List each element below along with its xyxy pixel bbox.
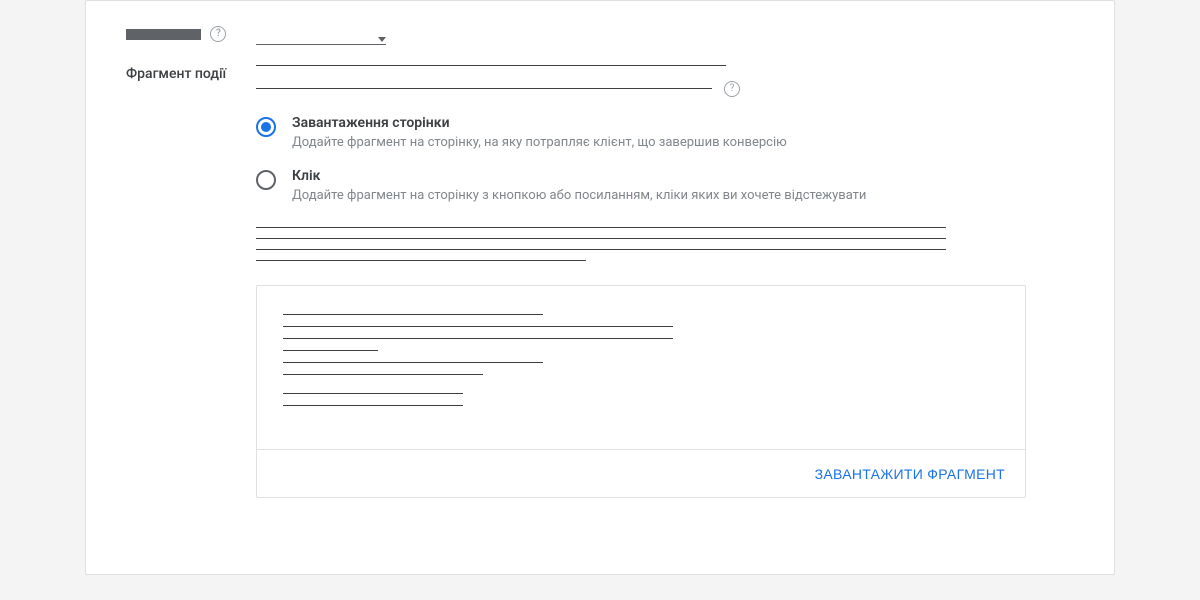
fragment-label: Фрагмент події	[126, 65, 236, 85]
code-footer: ЗАВАНТАЖИТИ ФРАГМЕНТ	[257, 449, 1025, 497]
redacted-label	[126, 29, 201, 40]
radio-page-load[interactable]: Завантаження сторінки Додайте фрагмент н…	[256, 115, 1074, 152]
radio-title: Завантаження сторінки	[292, 115, 1074, 131]
intro-text: ?	[256, 65, 1074, 97]
description-paragraph	[256, 227, 1074, 261]
download-snippet-button[interactable]: ЗАВАНТАЖИТИ ФРАГМЕНТ	[815, 466, 1005, 482]
fragment-row: Фрагмент події ? Завантаження сторінки Д…	[126, 65, 1074, 498]
radio-title: Клік	[292, 168, 1074, 184]
radio-click[interactable]: Клік Додайте фрагмент на сторінку з кноп…	[256, 168, 1074, 205]
help-icon[interactable]: ?	[210, 26, 226, 42]
dropdown-select[interactable]	[256, 37, 386, 45]
radio-indicator-selected	[256, 117, 276, 137]
settings-card: ? Фрагмент події ? Зава	[85, 0, 1115, 575]
radio-desc: Додайте фрагмент на сторінку з кнопкою а…	[292, 187, 1074, 205]
code-snippet-box: ЗАВАНТАЖИТИ ФРАГМЕНТ	[256, 285, 1026, 498]
radio-group: Завантаження сторінки Додайте фрагмент н…	[256, 115, 1074, 205]
code-snippet-content[interactable]	[257, 286, 1025, 449]
top-row: ?	[126, 25, 1074, 45]
top-content	[236, 25, 1074, 45]
chevron-down-icon	[378, 37, 386, 42]
radio-indicator	[256, 170, 276, 190]
fragment-content: ? Завантаження сторінки Додайте фрагмент…	[236, 65, 1074, 498]
top-label: ?	[126, 25, 236, 45]
radio-desc: Додайте фрагмент на сторінку, на яку пот…	[292, 134, 1074, 152]
help-icon[interactable]: ?	[724, 81, 740, 97]
